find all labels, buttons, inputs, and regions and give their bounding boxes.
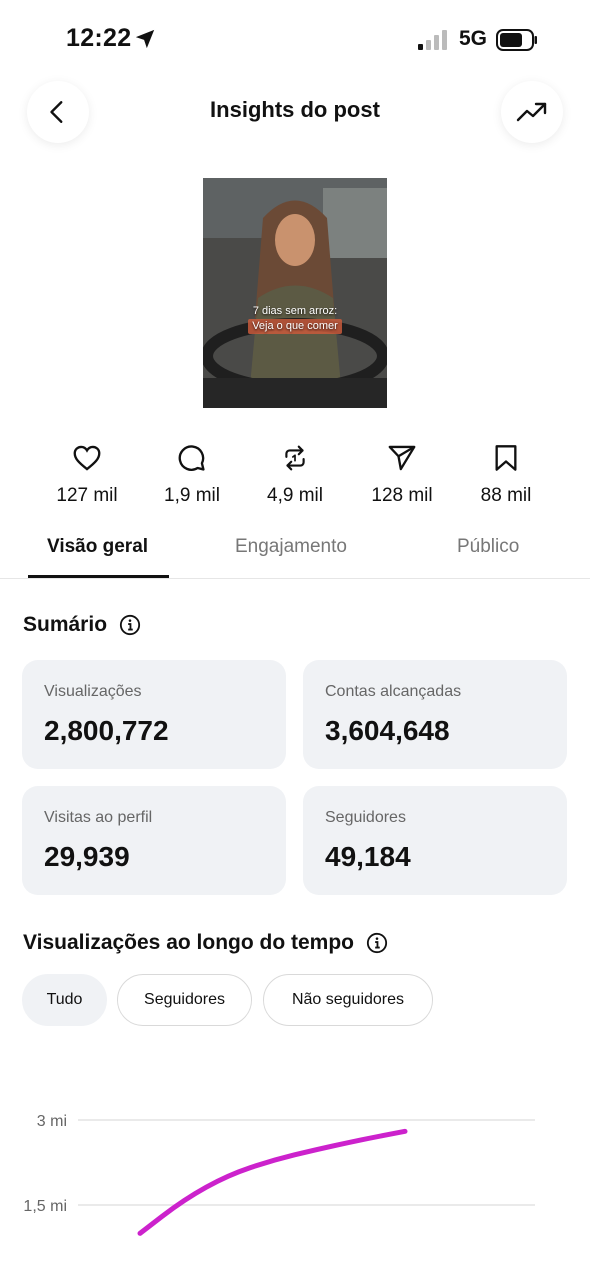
- summary-card-value: 3,604,648: [325, 715, 450, 746]
- stat-saves: 88 mil: [451, 443, 561, 507]
- heart-icon: [73, 445, 101, 471]
- filter-chip-non-followers[interactable]: Não seguidores: [263, 974, 433, 1026]
- summary-title: Sumário: [23, 613, 108, 636]
- post-caption-line2: Veja o que comer: [248, 319, 342, 334]
- chart-y-tick-label: 3 mi: [37, 1113, 67, 1130]
- post-thumbnail[interactable]: 7 dias sem arroz: Veja o que comer: [203, 178, 387, 408]
- repost-icon: [285, 445, 305, 471]
- trending-button[interactable]: [501, 81, 563, 143]
- summary-card-label: Contas alcançadas: [325, 683, 462, 700]
- summary-card-value: 2,800,772: [44, 715, 169, 746]
- summary-heading: Sumário: [23, 613, 141, 637]
- summary-card-accounts-reached[interactable]: Contas alcançadas 3,604,648: [303, 660, 567, 769]
- summary-card-label: Visualizações: [44, 683, 142, 700]
- summary-card-label: Seguidores: [325, 809, 406, 826]
- network-type: 5G: [459, 27, 488, 50]
- comment-icon: [178, 445, 205, 471]
- share-icon: [388, 445, 416, 471]
- views-over-time-heading: Visualizações ao longo do tempo: [23, 931, 388, 955]
- battery-icon: [496, 29, 537, 51]
- location-arrow-icon: [135, 29, 155, 49]
- tab-audience[interactable]: Público: [457, 536, 519, 558]
- stat-reposts-value: 4,9 mil: [267, 485, 323, 506]
- post-photo: [203, 178, 387, 408]
- stat-saves-value: 88 mil: [480, 485, 532, 506]
- bookmark-icon: [495, 445, 517, 471]
- tab-engagement[interactable]: Engajamento: [235, 536, 347, 558]
- stat-likes: 127 mil: [32, 443, 142, 507]
- filter-chip-followers[interactable]: Seguidores: [117, 974, 252, 1026]
- info-icon[interactable]: [366, 932, 388, 954]
- tabs-divider: [0, 578, 590, 579]
- trending-up-icon: [516, 102, 547, 122]
- summary-card-label: Visitas ao perfil: [44, 809, 153, 826]
- summary-card-profile-visits[interactable]: Visitas ao perfil 29,939: [22, 786, 286, 895]
- views-line-chart: 3 mi 1,5 mi: [23, 1113, 535, 1236]
- stat-comments: 1,9 mil: [137, 443, 247, 507]
- summary-card-views[interactable]: Visualizações 2,800,772: [22, 660, 286, 769]
- chart-series-line: [137, 1128, 408, 1236]
- summary-card-value: 49,184: [325, 841, 411, 872]
- views-over-time-title: Visualizações ao longo do tempo: [23, 931, 355, 954]
- info-icon[interactable]: [119, 614, 141, 636]
- chart-y-tick-label: 1,5 mi: [23, 1198, 67, 1215]
- filter-chip-all[interactable]: Tudo: [22, 974, 107, 1026]
- cellular-signal-icon: [418, 30, 447, 50]
- stat-likes-value: 127 mil: [56, 485, 118, 506]
- stat-comments-value: 1,9 mil: [164, 485, 220, 506]
- post-caption: 7 dias sem arroz: Veja o que comer: [203, 304, 387, 334]
- stat-reposts: 4,9 mil: [240, 443, 350, 507]
- summary-card-followers[interactable]: Seguidores 49,184: [303, 786, 567, 895]
- status-time: 12:22: [66, 24, 132, 52]
- post-caption-line1: 7 dias sem arroz:: [252, 305, 338, 317]
- tab-overview[interactable]: Visão geral: [47, 536, 148, 558]
- summary-card-value: 29,939: [44, 841, 130, 872]
- stat-shares-value: 128 mil: [371, 485, 433, 506]
- status-bar: 12:22 5G: [0, 0, 590, 80]
- stat-shares: 128 mil: [347, 443, 457, 507]
